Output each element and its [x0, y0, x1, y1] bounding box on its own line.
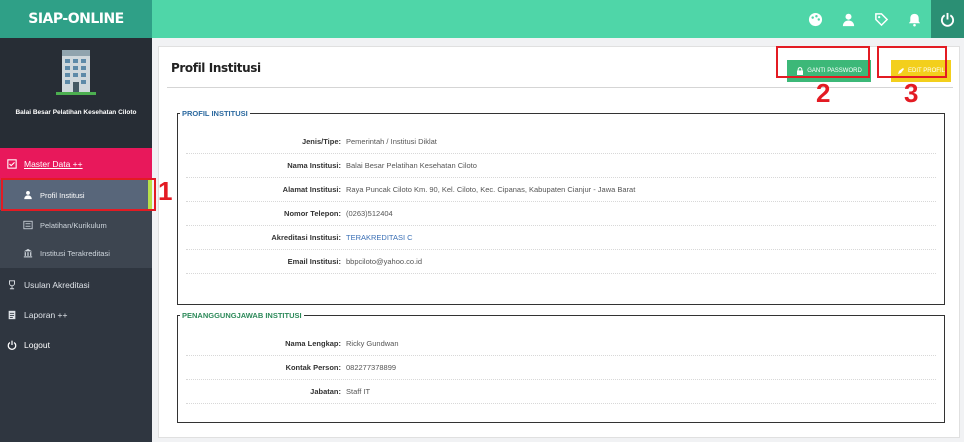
sidebar-item-pelatihan[interactable]: Pelatihan/Kurikulum	[0, 210, 152, 240]
annotation-box-1	[1, 178, 156, 211]
annotation-box-2	[776, 46, 870, 78]
sidebar-item-label: Logout	[24, 340, 50, 350]
list-icon	[22, 219, 34, 231]
title-divider	[167, 87, 953, 88]
top-navbar: SIAP-ONLINE	[0, 0, 964, 38]
row-value: Raya Puncak Ciloto Km. 90, Kel. Ciloto, …	[346, 185, 636, 194]
detail-row: Nama Institusi: Balai Besar Pelatihan Ke…	[186, 154, 936, 178]
main-content: Profil Institusi GANTI PASSWORD EDIT PRO…	[152, 38, 964, 442]
sidebar-item-label: Institusi Terakreditasi	[40, 248, 110, 258]
row-value: bbpciloto@yahoo.co.id	[346, 257, 422, 266]
section-legend: PENANGGUNGJAWAB INSTITUSI	[182, 311, 302, 320]
sidebar-item-label: Pelatihan/Kurikulum	[40, 220, 107, 230]
detail-row: Akreditasi Institusi: TERAKREDITASI C	[186, 226, 936, 250]
sidebar-item-label: Usulan Akreditasi	[24, 280, 90, 290]
document-icon	[6, 309, 18, 321]
detail-row: Nama Lengkap: Ricky Gundwan	[186, 332, 936, 356]
sidebar-item-laporan[interactable]: Laporan ++	[0, 300, 152, 330]
top-icon-group	[799, 0, 964, 38]
section-legend: PROFIL INSTITUSI	[182, 109, 248, 118]
row-value: Staff IT	[346, 387, 371, 396]
penanggungjawab-section: PENANGGUNGJAWAB INSTITUSI Nama Lengkap: …	[177, 311, 945, 423]
sidebar-item-logout[interactable]: Logout	[0, 330, 152, 360]
annotation-number-3: 3	[904, 78, 919, 108]
sidebar-item-usulan-akreditasi[interactable]: Usulan Akreditasi	[0, 270, 152, 300]
detail-row: Kontak Person: 082277378899	[186, 356, 936, 380]
annotation-box-3	[877, 46, 947, 78]
power-icon	[6, 339, 18, 351]
profile-card: Profil Institusi GANTI PASSWORD EDIT PRO…	[158, 46, 960, 438]
row-label: Email Institusi:	[287, 257, 341, 266]
trophy-icon	[6, 279, 18, 291]
row-value: Pemerintah / Institusi Diklat	[346, 137, 437, 146]
user-icon[interactable]	[832, 0, 865, 38]
sidebar-profile: Balai Besar Pelatihan Kesehatan Ciloto	[0, 38, 152, 148]
page-title: Profil Institusi	[171, 61, 261, 75]
detail-row: Alamat Institusi: Raya Puncak Ciloto Km.…	[186, 178, 936, 202]
row-label: Nama Institusi:	[287, 161, 341, 170]
sidebar-item-label: Laporan ++	[24, 310, 68, 320]
row-label: Nomor Telepon:	[284, 209, 341, 218]
row-label: Jenis/Tipe:	[301, 137, 341, 146]
sidebar: Balai Besar Pelatihan Kesehatan Ciloto M…	[0, 38, 152, 442]
row-label: Nama Lengkap:	[285, 339, 341, 348]
row-value: Balai Besar Pelatihan Kesehatan Ciloto	[346, 161, 477, 170]
power-icon[interactable]	[931, 0, 964, 38]
tag-icon[interactable]	[865, 0, 898, 38]
institution-name: Balai Besar Pelatihan Kesehatan Ciloto	[15, 109, 137, 116]
accreditation-status: TERAKREDITASI C	[346, 233, 413, 242]
row-label: Alamat Institusi:	[282, 185, 341, 194]
annotation-number-2: 2	[816, 78, 831, 108]
detail-row: Jenis/Tipe: Pemerintah / Institusi Dikla…	[186, 130, 936, 154]
row-label: Kontak Person:	[285, 363, 341, 372]
bell-icon[interactable]	[898, 0, 931, 38]
row-label: Akreditasi Institusi:	[271, 233, 341, 242]
sidebar-item-label: Master Data ++	[24, 159, 83, 169]
detail-row: Email Institusi: bbpciloto@yahoo.co.id	[186, 250, 936, 274]
profil-institusi-section: PROFIL INSTITUSI Jenis/Tipe: Pemerintah …	[177, 109, 945, 305]
detail-row: Nomor Telepon: (0263)512404	[186, 202, 936, 226]
annotation-number-1: 1	[158, 176, 173, 206]
palette-icon[interactable]	[799, 0, 832, 38]
row-value: (0263)512404	[346, 209, 393, 218]
building-logo	[56, 50, 96, 95]
row-value: Ricky Gundwan	[346, 339, 399, 348]
bank-icon	[22, 247, 34, 259]
brand-logo[interactable]: SIAP-ONLINE	[0, 0, 152, 38]
sidebar-item-master-data[interactable]: Master Data ++	[0, 148, 152, 180]
row-label: Jabatan:	[310, 387, 341, 396]
checkbox-icon	[6, 158, 18, 170]
row-value: 082277378899	[346, 363, 397, 372]
sidebar-item-institusi-terakreditasi[interactable]: Institusi Terakreditasi	[0, 238, 152, 268]
detail-row: Jabatan: Staff IT	[186, 380, 936, 404]
